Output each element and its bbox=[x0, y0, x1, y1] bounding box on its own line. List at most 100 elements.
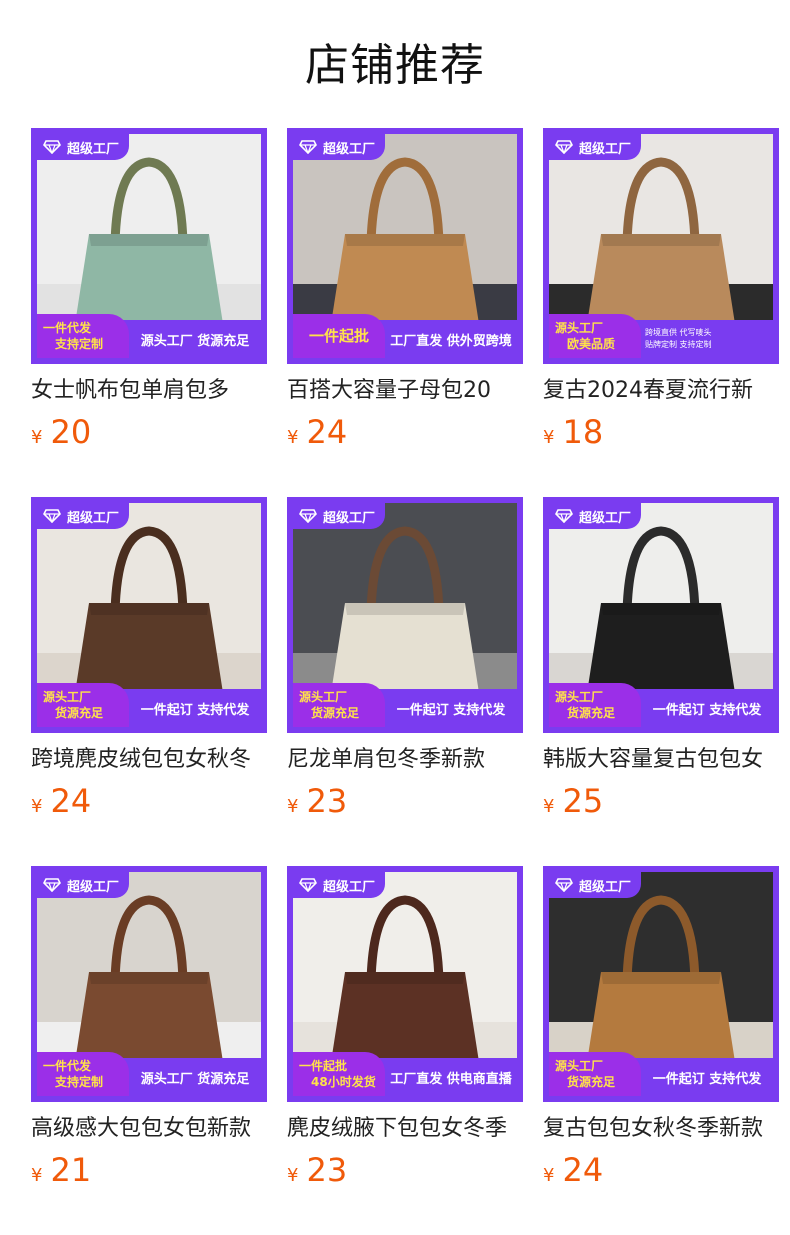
promo-left-line: 源头工厂 bbox=[43, 690, 92, 704]
promo-left-line: 货源充足 bbox=[567, 1075, 616, 1089]
product-card-2[interactable]: 超级工厂 一件起批 工厂直发 供外贸跨境 百搭大容量子母包20 ¥ 24 bbox=[287, 128, 523, 497]
promo-left-line: 一件代发 bbox=[43, 1059, 92, 1073]
product-title[interactable]: 跨境麂皮绒包包女秋冬 bbox=[31, 745, 267, 775]
price-amount: 24 bbox=[562, 1151, 604, 1189]
product-card-7[interactable]: 超级工厂 一件代发支持定制 源头工厂 货源充足 高级感大包包女包新款 ¥ 21 bbox=[31, 866, 267, 1235]
product-thumbnail[interactable]: 超级工厂 源头工厂货源充足 一件起订 支持代发 bbox=[543, 866, 779, 1102]
promo-tag-right: 源头工厂 货源充足 bbox=[140, 333, 250, 349]
badge-label: 超级工厂 bbox=[67, 510, 120, 526]
promo-tag-right: 工厂直发 供外贸跨境 bbox=[390, 333, 512, 349]
product-price: ¥ 18 bbox=[543, 414, 779, 450]
promo-tag-right: 跨境直供 代写唛头 贴牌定制 支持定制 bbox=[641, 320, 773, 358]
badge-label: 超级工厂 bbox=[579, 510, 632, 526]
promo-left-line: 一件起批 bbox=[308, 327, 369, 345]
badge-label: 超级工厂 bbox=[579, 879, 632, 895]
super-factory-badge: 超级工厂 bbox=[293, 134, 386, 160]
promo-left-line: 货源充足 bbox=[567, 706, 616, 720]
product-price: ¥ 23 bbox=[287, 1152, 523, 1188]
badge-label: 超级工厂 bbox=[323, 879, 376, 895]
promo-left-line: 货源充足 bbox=[55, 706, 104, 720]
diamond-icon bbox=[43, 140, 61, 154]
product-thumbnail[interactable]: 超级工厂 一件代发支持定制 源头工厂 货源充足 bbox=[31, 866, 267, 1102]
price-amount: 25 bbox=[562, 782, 604, 820]
price-amount: 18 bbox=[562, 413, 604, 451]
currency-symbol: ¥ bbox=[287, 427, 299, 448]
product-title[interactable]: 百搭大容量子母包20 bbox=[287, 376, 523, 406]
promo-tag-left: 源头工厂货源充足 bbox=[37, 683, 129, 727]
price-amount: 24 bbox=[306, 413, 348, 451]
product-title[interactable]: 女士帆布包单肩包多 bbox=[31, 376, 267, 406]
promo-left-line: 源头工厂 bbox=[555, 690, 604, 704]
badge-label: 超级工厂 bbox=[579, 141, 632, 157]
super-factory-badge: 超级工厂 bbox=[37, 503, 130, 529]
diamond-icon bbox=[555, 878, 573, 892]
promo-left-line: 48小时发货 bbox=[311, 1075, 376, 1089]
product-title[interactable]: 麂皮绒腋下包包女冬季 bbox=[287, 1114, 523, 1144]
diamond-icon bbox=[43, 509, 61, 523]
product-thumbnail[interactable]: 超级工厂 源头工厂货源充足 一件起订 支持代发 bbox=[543, 497, 779, 733]
diamond-icon bbox=[299, 140, 317, 154]
promo-tag-left: 一件起批 48小时发货 bbox=[293, 1052, 385, 1096]
promo-left-line: 支持定制 bbox=[55, 1075, 104, 1089]
diamond-icon bbox=[555, 140, 573, 154]
product-card-8[interactable]: 超级工厂 一件起批 48小时发货 工厂直发 供电商直播 麂皮绒腋下包包女冬季 ¥ … bbox=[287, 866, 523, 1235]
promo-tag-left: 源头工厂 欧美品质 bbox=[549, 314, 641, 358]
currency-symbol: ¥ bbox=[31, 1165, 43, 1186]
currency-symbol: ¥ bbox=[31, 427, 43, 448]
super-factory-badge: 超级工厂 bbox=[549, 872, 642, 898]
badge-label: 超级工厂 bbox=[67, 879, 120, 895]
diamond-icon bbox=[43, 878, 61, 892]
product-thumbnail[interactable]: 超级工厂 一件起批 工厂直发 供外贸跨境 bbox=[287, 128, 523, 364]
promo-left-line: 一件代发 bbox=[43, 321, 92, 335]
product-thumbnail[interactable]: 超级工厂 一件代发支持定制 源头工厂 货源充足 bbox=[31, 128, 267, 364]
currency-symbol: ¥ bbox=[287, 796, 299, 817]
currency-symbol: ¥ bbox=[543, 796, 555, 817]
product-title[interactable]: 复古包包女秋冬季新款 bbox=[543, 1114, 779, 1144]
product-thumbnail[interactable]: 超级工厂 源头工厂 货源充足 一件起订 支持代发 bbox=[31, 497, 267, 733]
product-thumbnail[interactable]: 超级工厂 源头工厂 货源充足 一件起订 支持代发 bbox=[287, 497, 523, 733]
product-card-1[interactable]: 超级工厂 一件代发支持定制 源头工厂 货源充足 女士帆布包单肩包多 ¥ 20 bbox=[31, 128, 267, 497]
super-factory-badge: 超级工厂 bbox=[549, 503, 642, 529]
price-amount: 24 bbox=[50, 782, 92, 820]
currency-symbol: ¥ bbox=[31, 796, 43, 817]
product-card-6[interactable]: 超级工厂 源头工厂货源充足 一件起订 支持代发 韩版大容量复古包包女 ¥ 25 bbox=[543, 497, 779, 866]
product-card-4[interactable]: 超级工厂 源头工厂 货源充足 一件起订 支持代发 跨境麂皮绒包包女秋冬 ¥ 24 bbox=[31, 497, 267, 866]
badge-label: 超级工厂 bbox=[323, 510, 376, 526]
product-card-5[interactable]: 超级工厂 源头工厂 货源充足 一件起订 支持代发 尼龙单肩包冬季新款 ¥ 23 bbox=[287, 497, 523, 866]
promo-left-line: 欧美品质 bbox=[567, 337, 616, 351]
product-grid: 超级工厂 一件代发 支持定制 源头工厂 货源充足 女士帆布包单肩包多 ¥ 20 超… bbox=[31, 128, 779, 1235]
badge-label: 超级工厂 bbox=[323, 141, 376, 157]
price-amount: 23 bbox=[306, 782, 348, 820]
product-title[interactable]: 尼龙单肩包冬季新款 bbox=[287, 745, 523, 775]
promo-left-line: 支持定制 bbox=[55, 337, 104, 351]
product-card-9[interactable]: 超级工厂 源头工厂货源充足 一件起订 支持代发 复古包包女秋冬季新款 ¥ 24 bbox=[543, 866, 779, 1235]
promo-tag-right: 一件起订 支持代发 bbox=[652, 1071, 762, 1087]
product-price: ¥ 24 bbox=[31, 783, 267, 819]
promo-left-line: 一件起批 bbox=[299, 1059, 348, 1073]
promo-left-line: 源头工厂 bbox=[299, 690, 348, 704]
currency-symbol: ¥ bbox=[543, 427, 555, 448]
promo-tag-right: 一件起订 支持代发 bbox=[652, 702, 762, 718]
price-amount: 23 bbox=[306, 1151, 348, 1189]
promo-tag-left: 一件代发支持定制 bbox=[37, 1052, 129, 1096]
product-thumbnail[interactable]: 超级工厂 一件起批 48小时发货 工厂直发 供电商直播 bbox=[287, 866, 523, 1102]
super-factory-badge: 超级工厂 bbox=[37, 134, 130, 160]
product-title[interactable]: 高级感大包包女包新款 bbox=[31, 1114, 267, 1144]
promo-tag-left: 源头工厂货源充足 bbox=[549, 1052, 641, 1096]
product-title[interactable]: 韩版大容量复古包包女 bbox=[543, 745, 779, 775]
product-price: ¥ 24 bbox=[287, 414, 523, 450]
product-thumbnail[interactable]: 超级工厂 源头工厂 欧美品质 跨境直供 代写唛头 贴牌定制 支持定制 bbox=[543, 128, 779, 364]
promo-tag-left: 一件代发支持定制 bbox=[37, 314, 129, 358]
promo-left-line: 源头工厂 bbox=[555, 1059, 604, 1073]
promo-tag-right: 源头工厂 货源充足 bbox=[140, 1071, 250, 1087]
product-title[interactable]: 复古2024春夏流行新 bbox=[543, 376, 779, 406]
super-factory-badge: 超级工厂 bbox=[37, 872, 130, 898]
product-price: ¥ 21 bbox=[31, 1152, 267, 1188]
product-card-3[interactable]: 超级工厂 源头工厂 欧美品质 跨境直供 代写唛头 贴牌定制 支持定制 复古2024春… bbox=[543, 128, 779, 497]
super-factory-badge: 超级工厂 bbox=[549, 134, 642, 160]
super-factory-badge: 超级工厂 bbox=[293, 872, 386, 898]
currency-symbol: ¥ bbox=[543, 1165, 555, 1186]
promo-tag-right: 工厂直发 供电商直播 bbox=[390, 1071, 512, 1087]
price-amount: 20 bbox=[50, 413, 92, 451]
product-price: ¥ 24 bbox=[543, 1152, 779, 1188]
